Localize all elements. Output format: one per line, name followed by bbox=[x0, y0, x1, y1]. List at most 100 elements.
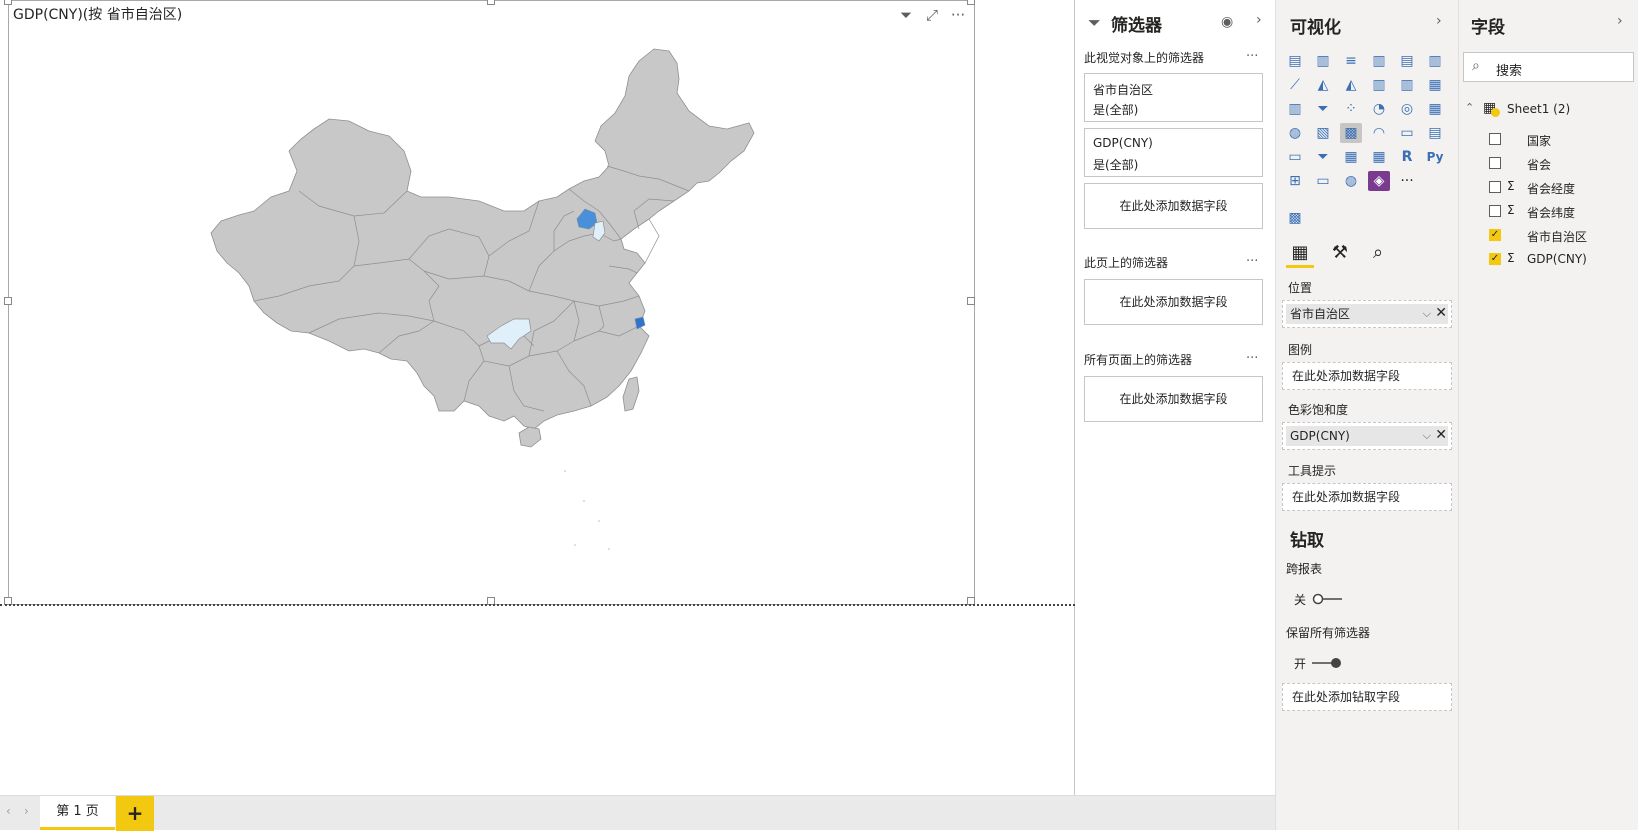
field-item-gdp[interactable]: ✓ Σ GDP(CNY) bbox=[1459, 248, 1638, 270]
resize-handle[interactable] bbox=[487, 0, 495, 5]
eye-icon[interactable]: ◉ bbox=[1221, 14, 1233, 30]
collapse-chevron-icon[interactable]: › bbox=[1617, 13, 1623, 29]
kpi-icon[interactable]: ▭ bbox=[1284, 147, 1306, 167]
report-canvas[interactable]: GDP(CNY)(按 省市自治区) ⏷ ⤢ ··· bbox=[0, 0, 1075, 795]
pie-chart-icon[interactable]: ◔ bbox=[1368, 99, 1390, 119]
location-well-label: 位置 bbox=[1288, 281, 1313, 295]
collapse-chevron-icon[interactable]: › bbox=[1256, 12, 1262, 28]
custom-visual-icon[interactable]: ▩ bbox=[1284, 208, 1306, 228]
clustered-bar-chart-icon[interactable]: ≡ bbox=[1340, 51, 1362, 71]
visualizations-pane-title: 可视化 bbox=[1290, 18, 1341, 38]
china-map[interactable] bbox=[9, 1, 974, 601]
more-options-icon[interactable]: ··· bbox=[1246, 351, 1258, 366]
checkbox[interactable] bbox=[1489, 181, 1501, 193]
drillthrough-well[interactable]: 在此处添加钻取字段 bbox=[1282, 683, 1452, 711]
treemap-icon[interactable]: ▦ bbox=[1424, 99, 1446, 119]
sigma-icon: Σ bbox=[1507, 203, 1515, 217]
add-page-button[interactable]: + bbox=[116, 796, 154, 831]
field-item-capital-latitude[interactable]: Σ 省会纬度 bbox=[1459, 200, 1638, 222]
scatter-chart-icon[interactable]: ⁘ bbox=[1340, 99, 1362, 119]
stacked-bar-chart-icon[interactable]: ▤ bbox=[1284, 51, 1306, 71]
checkbox[interactable] bbox=[1489, 133, 1501, 145]
field-item-capital[interactable]: 省会 bbox=[1459, 152, 1638, 174]
filter-card-value: 是(全部) bbox=[1093, 103, 1139, 117]
table-icon[interactable]: ▦ bbox=[1340, 147, 1362, 167]
clustered-column-chart-icon[interactable]: ▥ bbox=[1368, 51, 1390, 71]
tooltip-well[interactable]: 在此处添加数据字段 bbox=[1282, 483, 1452, 511]
more-options-icon[interactable]: ··· bbox=[1246, 49, 1258, 64]
line-and-clustered-column-icon[interactable]: ▥ bbox=[1396, 75, 1418, 95]
chevron-down-icon[interactable]: ⌵ bbox=[1423, 304, 1431, 324]
line-and-column-chart-icon[interactable]: ▥ bbox=[1368, 75, 1390, 95]
100-stacked-column-chart-icon[interactable]: ▥ bbox=[1424, 51, 1446, 71]
resize-handle[interactable] bbox=[4, 297, 12, 305]
filter-card-gdp[interactable]: GDP(CNY) 是(全部) bbox=[1084, 128, 1263, 177]
analytics-icon[interactable]: ⌕ bbox=[1364, 242, 1392, 268]
filter-card-value: 是(全部) bbox=[1093, 158, 1139, 172]
python-visual-icon[interactable]: Py bbox=[1424, 147, 1446, 167]
fields-search-input[interactable]: ⌕ 搜索 bbox=[1463, 52, 1634, 82]
power-apps-icon[interactable]: ◈ bbox=[1368, 171, 1390, 191]
waterfall-chart-icon[interactable]: ▥ bbox=[1284, 99, 1306, 119]
gauge-icon[interactable]: ◠ bbox=[1368, 123, 1390, 143]
checkbox[interactable] bbox=[1489, 205, 1501, 217]
map-icon[interactable]: ◍ bbox=[1284, 123, 1306, 143]
add-report-filter-dropzone[interactable]: 在此处添加数据字段 bbox=[1084, 376, 1263, 422]
visual-filters-heading: 此视觉对象上的筛选器 bbox=[1084, 51, 1205, 65]
shape-map-icon[interactable]: ▩ bbox=[1340, 123, 1362, 143]
resize-handle[interactable] bbox=[967, 0, 975, 5]
filters-pane-title: 筛选器 bbox=[1111, 16, 1162, 36]
checkbox-checked[interactable]: ✓ bbox=[1489, 229, 1501, 241]
table-sheet1[interactable]: ⌃ ▦ Sheet1 (2) bbox=[1459, 98, 1638, 120]
next-page-icon[interactable]: › bbox=[24, 804, 29, 818]
filter-card-province[interactable]: 省市自治区 是(全部) bbox=[1084, 73, 1263, 122]
filter-card-name: 省市自治区 bbox=[1093, 83, 1154, 97]
stacked-column-chart-icon[interactable]: ▥ bbox=[1312, 51, 1334, 71]
checkbox[interactable] bbox=[1489, 157, 1501, 169]
saturation-well[interactable]: GDP(CNY) ⌵ ✕ bbox=[1282, 422, 1452, 450]
matrix-icon[interactable]: ▦ bbox=[1368, 147, 1390, 167]
r-script-visual-icon[interactable]: R bbox=[1396, 147, 1418, 167]
add-page-filter-dropzone[interactable]: 在此处添加数据字段 bbox=[1084, 279, 1263, 325]
more-visuals-icon[interactable]: ··· bbox=[1396, 171, 1418, 191]
map-region-shanghai bbox=[634, 316, 646, 330]
funnel-chart-icon[interactable]: ⏷ bbox=[1312, 99, 1334, 119]
ribbon-chart-icon[interactable]: ▦ bbox=[1424, 75, 1446, 95]
more-options-icon[interactable]: ··· bbox=[1246, 254, 1258, 269]
slicer-icon[interactable]: ⏷ bbox=[1312, 147, 1334, 167]
chevron-down-icon[interactable]: ⌵ bbox=[1423, 426, 1431, 446]
filled-map-visual[interactable]: GDP(CNY)(按 省市自治区) ⏷ ⤢ ··· bbox=[4, 0, 975, 605]
cross-report-toggle[interactable] bbox=[1312, 593, 1342, 605]
fields-wells-tab-icon[interactable]: ▦ bbox=[1286, 242, 1314, 268]
donut-chart-icon[interactable]: ◎ bbox=[1396, 99, 1418, 119]
resize-handle[interactable] bbox=[4, 0, 12, 5]
tab-page-1[interactable]: 第 1 页 bbox=[40, 796, 115, 830]
decomposition-tree-icon[interactable]: ▭ bbox=[1312, 171, 1334, 191]
location-well[interactable]: 省市自治区 ⌵ ✕ bbox=[1282, 300, 1452, 328]
remove-field-icon[interactable]: ✕ bbox=[1435, 303, 1447, 323]
key-influencers-icon[interactable]: ⊞ bbox=[1284, 171, 1306, 191]
field-item-country[interactable]: 国家 bbox=[1459, 128, 1638, 150]
add-visual-filter-dropzone[interactable]: 在此处添加数据字段 bbox=[1084, 183, 1263, 229]
filled-map-icon[interactable]: ▧ bbox=[1312, 123, 1334, 143]
format-paint-roller-icon[interactable]: ⚒ bbox=[1326, 242, 1354, 268]
multi-row-card-icon[interactable]: ▤ bbox=[1424, 123, 1446, 143]
stacked-area-chart-icon[interactable]: ◭ bbox=[1340, 75, 1362, 95]
chevron-up-icon[interactable]: ⌃ bbox=[1465, 101, 1474, 114]
field-item-capital-longitude[interactable]: Σ 省会经度 bbox=[1459, 176, 1638, 198]
prev-page-icon[interactable]: ‹ bbox=[6, 804, 11, 818]
collapse-chevron-icon[interactable]: › bbox=[1436, 13, 1442, 29]
map-region-hainan bbox=[518, 426, 542, 448]
remove-field-icon[interactable]: ✕ bbox=[1435, 425, 1447, 445]
line-chart-icon[interactable]: ⟋ bbox=[1284, 75, 1306, 95]
checkbox-checked[interactable]: ✓ bbox=[1489, 253, 1501, 265]
legend-well[interactable]: 在此处添加数据字段 bbox=[1282, 362, 1452, 390]
keep-filters-toggle[interactable] bbox=[1312, 657, 1342, 669]
area-chart-icon[interactable]: ◭ bbox=[1312, 75, 1334, 95]
field-item-province[interactable]: ✓ 省市自治区 bbox=[1459, 224, 1638, 246]
100-stacked-bar-chart-icon[interactable]: ▤ bbox=[1396, 51, 1418, 71]
card-icon[interactable]: ▭ bbox=[1396, 123, 1418, 143]
table-name: Sheet1 (2) bbox=[1507, 102, 1571, 116]
resize-handle[interactable] bbox=[967, 297, 975, 305]
arcgis-map-icon[interactable]: ◍ bbox=[1340, 171, 1362, 191]
